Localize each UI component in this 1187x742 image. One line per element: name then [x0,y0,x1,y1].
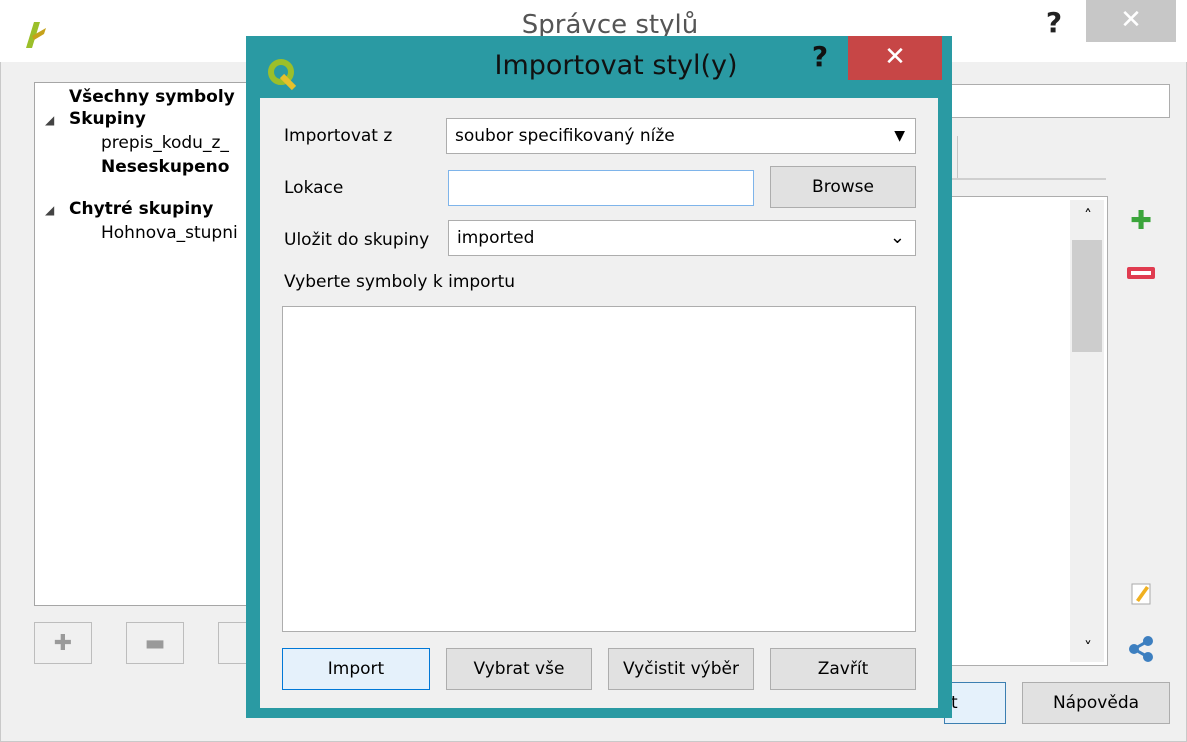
close-button[interactable]: ✕ [848,36,942,80]
location-label: Lokace [284,178,344,198]
save-group-label: Uložit do skupiny [284,230,430,250]
help-button[interactable]: Nápověda [1022,682,1170,724]
remove-symbol-icon[interactable] [1124,256,1158,290]
import-button[interactable]: Import [282,648,430,690]
add-symbol-icon[interactable]: ✚ [1124,204,1158,238]
qgis-logo-icon [268,56,297,92]
dialog-title: Importovat styl(y) [494,50,738,81]
tree-item-ungrouped[interactable]: Neseskupeno [101,157,229,177]
share-menu-icon[interactable] [1124,634,1158,668]
save-group-value: imported [457,228,535,248]
symbols-label: Vyberte symboly k importu [284,272,516,292]
chevron-down-icon: ⌄ [889,227,905,248]
help-icon[interactable]: ? [802,40,838,80]
collapse-arrow-icon[interactable]: ◢ [45,203,54,217]
remove-group-icon: ▬ [144,630,166,656]
import-from-select[interactable]: soubor specifikovaný níže ▼ [446,118,916,154]
add-group-icon: ✚ [53,630,73,656]
edit-group-button[interactable] [218,622,248,664]
help-icon[interactable]: ? [1036,6,1072,46]
clear-selection-button[interactable]: Vyčistit výběr [608,648,754,690]
search-input[interactable] [944,84,1170,118]
import-style-dialog: Importovat styl(y) ? ✕ Importovat z soub… [246,36,952,718]
add-group-button[interactable]: ✚ [34,622,92,664]
scroll-up-icon[interactable]: ˄ [1078,206,1098,226]
browse-button[interactable]: Browse [770,166,916,208]
tree-item-groups[interactable]: Skupiny [69,109,146,129]
tab-divider [944,178,1106,180]
dropdown-arrow-icon: ▼ [894,128,905,144]
collapse-arrow-icon[interactable]: ◢ [45,113,54,127]
group-tree[interactable]: Všechny symboly ◢ Skupiny prepis_kodu_z_… [34,82,266,606]
select-all-button[interactable]: Vybrat vše [446,648,592,690]
location-input[interactable] [448,170,754,206]
import-from-label: Importovat z [284,126,393,146]
dialog-body: Importovat z soubor specifikovaný níže ▼… [260,98,938,708]
qgis-logo-icon [20,18,50,52]
close-dialog-button[interactable]: Zavřít [770,648,916,690]
ok-button[interactable]: t [944,682,1006,724]
tree-item-group[interactable]: prepis_kodu_z_ [101,133,229,153]
scrollbar-thumb[interactable] [1072,240,1102,352]
import-from-value: soubor specifikovaný níže [455,126,675,146]
remove-group-button[interactable]: ▬ [126,622,184,664]
tree-item-all-symbols[interactable]: Všechny symboly [69,87,235,107]
edit-symbol-icon[interactable] [1124,578,1158,612]
save-group-select[interactable]: imported ⌄ [448,220,916,256]
scroll-down-icon[interactable]: ˅ [1078,638,1098,658]
close-button[interactable]: ✕ [1086,0,1176,42]
tree-item-smart-group[interactable]: Hohnova_stupni [101,223,238,243]
symbols-list[interactable] [282,306,916,632]
tree-item-smart-groups[interactable]: Chytré skupiny [69,199,213,219]
